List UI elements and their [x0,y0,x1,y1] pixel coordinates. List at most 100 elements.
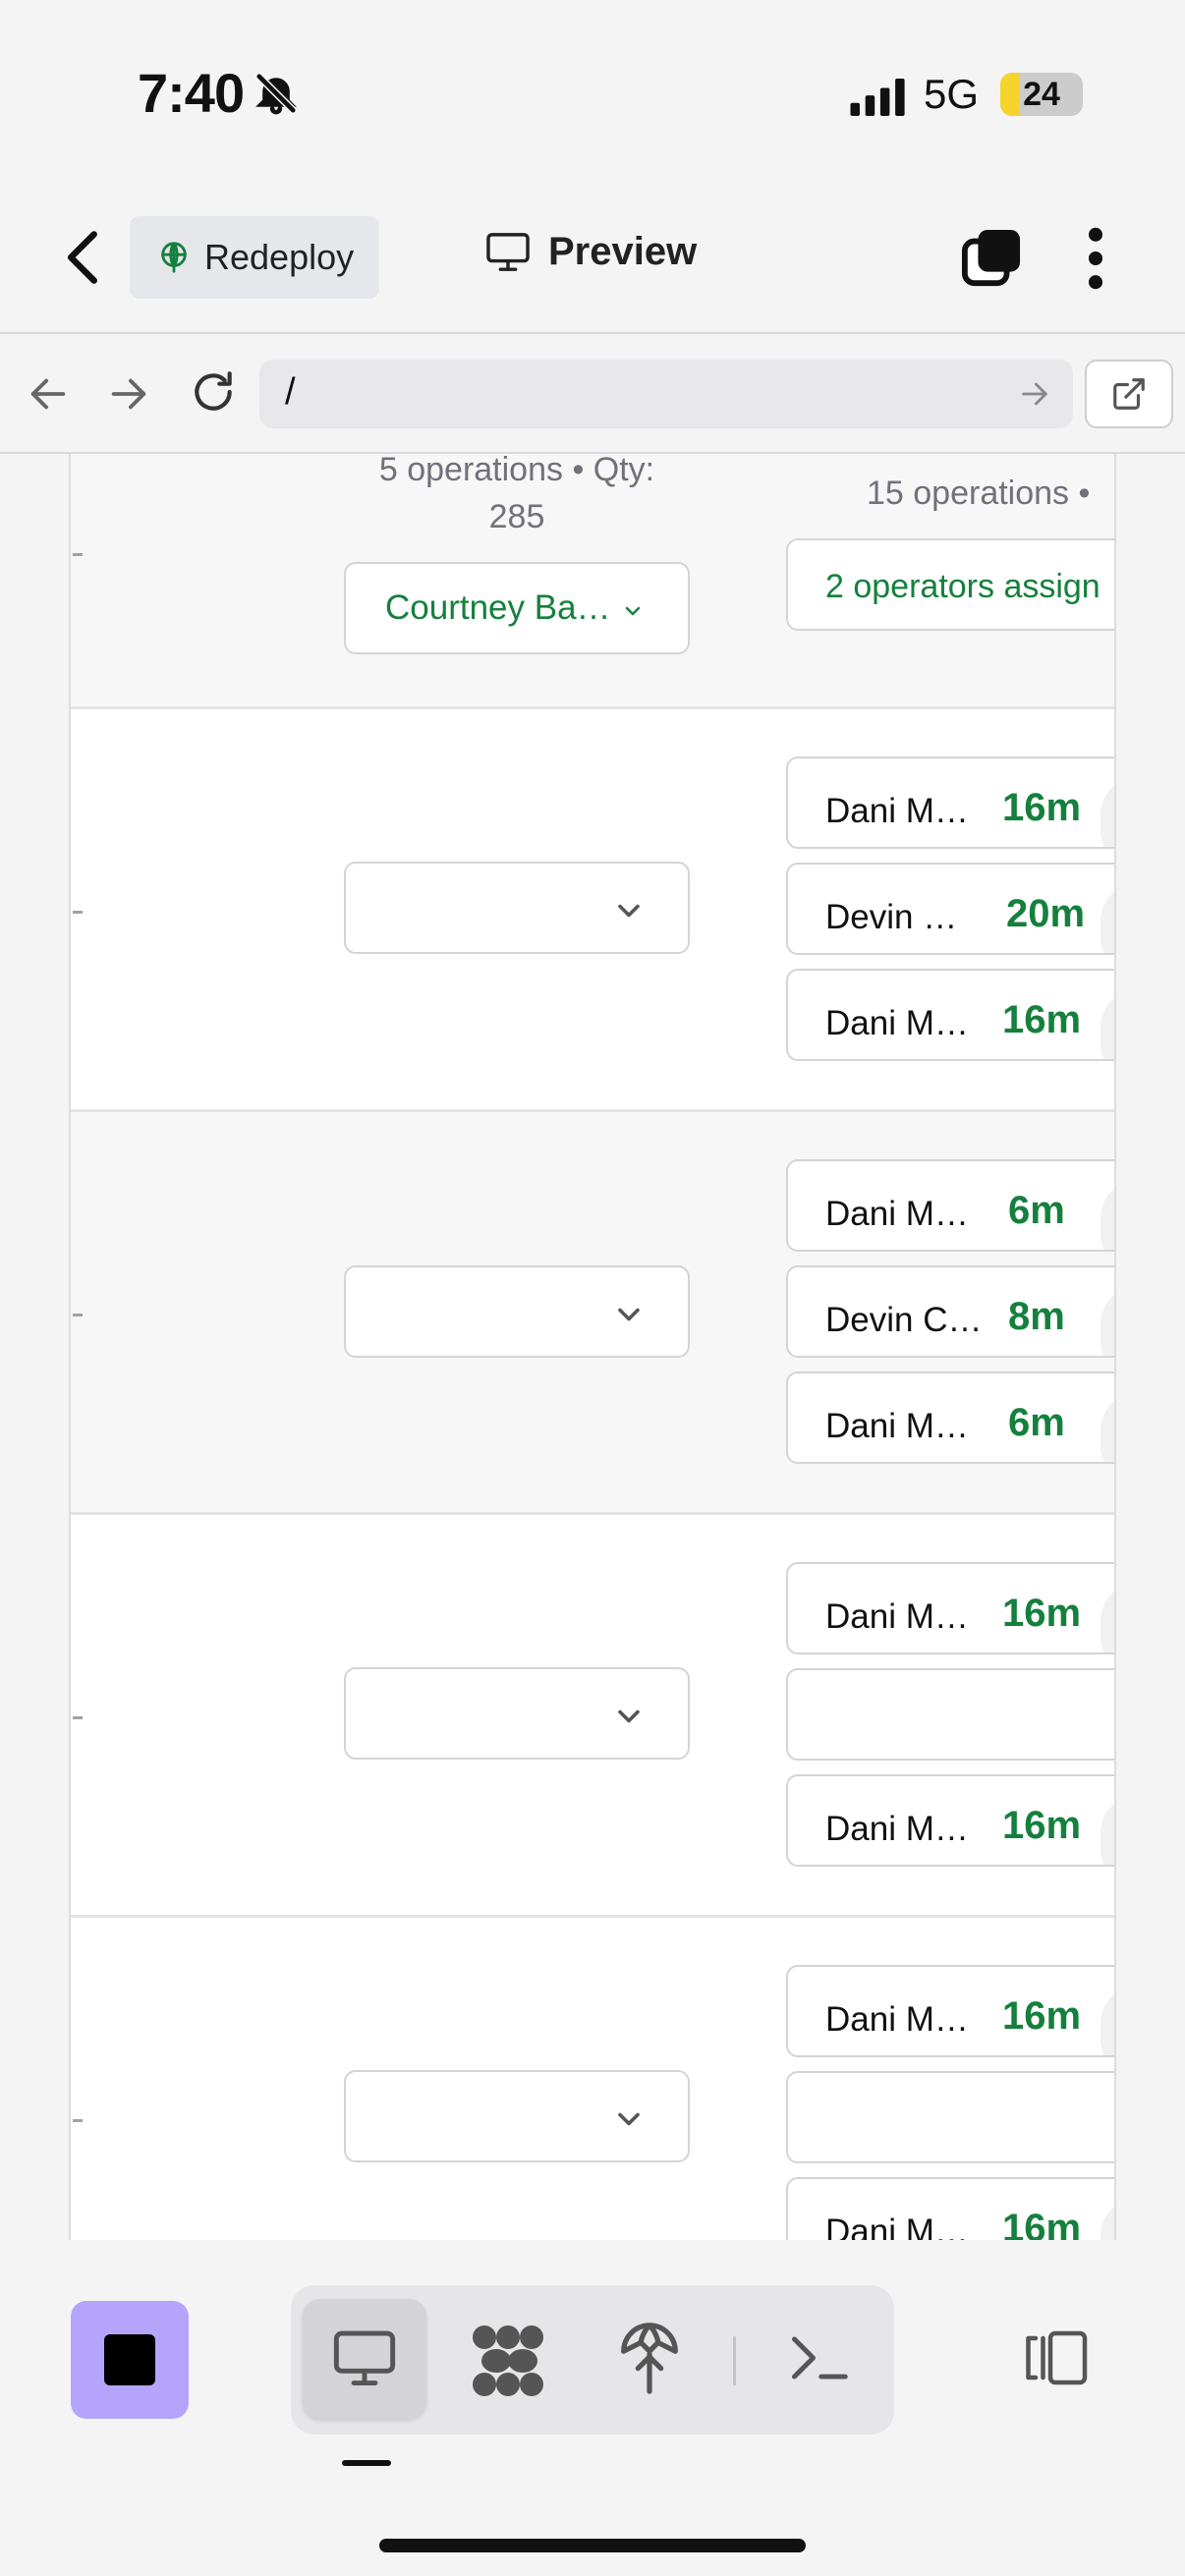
operations-summary-line1: 5 operations • Qty: [378,454,655,488]
operator-name: Dani M… [825,2000,969,2039]
row-tick [73,911,83,914]
operator-select[interactable]: Courtney Ba… [344,562,690,654]
windows-icon[interactable] [961,228,1022,289]
operations-count: 15 operations • [867,475,1091,512]
operators-assign-label: 2 operators assign [825,568,1100,605]
row-tick [73,1716,83,1719]
deploy-icon[interactable] [615,2319,684,2395]
active-tab-indicator [342,2460,391,2466]
battery-level: 24 [1023,76,1060,113]
external-link-icon [1113,378,1145,410]
operation-card[interactable]: Dani M… 16m [786,969,1114,1061]
operation-card-empty[interactable] [786,2071,1114,2163]
url-text[interactable]: / [285,371,296,414]
status-pill [1100,1985,1114,2055]
back-chevron-icon[interactable] [61,228,106,287]
operation-duration: 20m [1006,892,1086,935]
panel-toggle-icon[interactable] [1020,2328,1091,2387]
stop-button[interactable] [71,2301,189,2419]
monitor-icon [333,2330,396,2385]
operator-name: Dani M… [825,1195,969,1233]
chevron-down-icon [618,904,640,918]
operator-name: Dani M… [825,2212,969,2240]
terminal-icon[interactable] [786,2328,851,2387]
operator-select[interactable] [344,1265,690,1358]
operator-name: Devin C… [825,1301,983,1339]
operation-duration: 16m [1002,1804,1082,1847]
redeploy-icon [161,242,187,273]
status-pill [1100,1794,1114,1865]
operator-name: Dani M… [825,1810,969,1848]
operation-card[interactable]: Dani M… 16m [786,2177,1114,2240]
operator-name: Dani M… [825,792,969,830]
open-external-button[interactable] [1085,360,1173,428]
operation-duration: 16m [1002,1994,1082,2038]
operations-summary-line2: 285 [488,498,545,535]
operation-duration: 6m [1008,1189,1065,1232]
home-indicator [379,2539,806,2552]
status-pill [1100,2197,1114,2240]
operations-summary: 5 operations • Qty: 285 [344,454,690,540]
operation-row: Dani M… 16m Dani M… 16m [71,1918,1114,2240]
signal-icon [850,79,905,116]
operator-name: Dani M… [825,1407,969,1445]
network-type: 5G [924,71,980,117]
arrow-left-icon[interactable] [26,371,71,417]
operation-card[interactable]: Dani M… 16m [786,1562,1114,1654]
operation-duration: 16m [1002,1592,1082,1635]
operator-select[interactable] [344,1667,690,1760]
tool-separator [733,2336,736,2385]
operation-duration: 16m [1002,998,1082,1041]
status-pill [1100,1582,1114,1652]
chevron-down-icon [618,1709,640,1723]
row-tick [73,1314,83,1316]
chevron-down-icon [618,1308,640,1321]
redeploy-button[interactable]: Redeploy [130,216,379,299]
battery-indicator: 24 [1000,73,1083,116]
url-field[interactable] [259,360,1073,428]
bell-off-icon [254,72,298,115]
operation-card-empty[interactable] [786,1668,1114,1761]
operation-card[interactable]: Dani M… 16m [786,1774,1114,1867]
status-pill [1100,776,1114,847]
schedule-table: 5 operations • Qty: 285 15 operations • … [69,454,1116,2240]
operator-select[interactable] [344,2070,690,2162]
operation-card[interactable]: Dani M… 6m [786,1159,1114,1252]
operation-card[interactable]: Dani M… 16m [786,1965,1114,2057]
reload-icon[interactable] [189,367,238,417]
status-time: 7:40 [138,62,245,124]
operation-card[interactable]: Devin … 20m [786,863,1114,955]
operator-select[interactable] [344,862,690,954]
operators-assign-button[interactable]: 2 operators assign [786,538,1114,631]
more-vertical-icon[interactable] [1081,226,1110,291]
preview-label: Preview [548,230,698,273]
operation-card[interactable]: Dani M… 6m [786,1372,1114,1464]
operation-duration: 6m [1008,1401,1065,1444]
monitor-icon [486,232,530,271]
stop-icon [104,2334,155,2385]
operation-row: Dani M… 16m Dani M… 16m [71,1515,1114,1918]
chevron-down-icon [618,2112,640,2126]
status-pill [1100,882,1114,953]
status-pill [1100,1179,1114,1250]
arrow-right-icon[interactable] [106,371,151,417]
operator-select-value: Courtney Ba… [385,588,611,627]
status-pill [1100,1391,1114,1462]
row-tick [73,553,83,556]
status-pill [1100,988,1114,1059]
operator-name: Dani M… [825,1597,969,1636]
redeploy-label: Redeploy [204,237,355,277]
status-pill [1100,1285,1114,1356]
chevron-down-icon [625,606,641,616]
operation-card[interactable]: Dani M… 16m [786,756,1114,849]
operation-row: Dani M… 16m Devin … 20m Dani M… 16m [71,709,1114,1112]
operation-duration: 16m [1002,2207,1082,2240]
graph-icon[interactable] [470,2324,546,2397]
operation-card[interactable]: Devin C… 8m [786,1265,1114,1358]
preview-tab[interactable]: Preview [485,230,697,274]
operation-duration: 16m [1002,786,1082,829]
preview-tool-button[interactable] [303,2299,426,2419]
operation-duration: 8m [1008,1295,1065,1338]
arrow-right-icon[interactable] [1018,377,1051,411]
operator-name: Devin … [825,898,958,936]
